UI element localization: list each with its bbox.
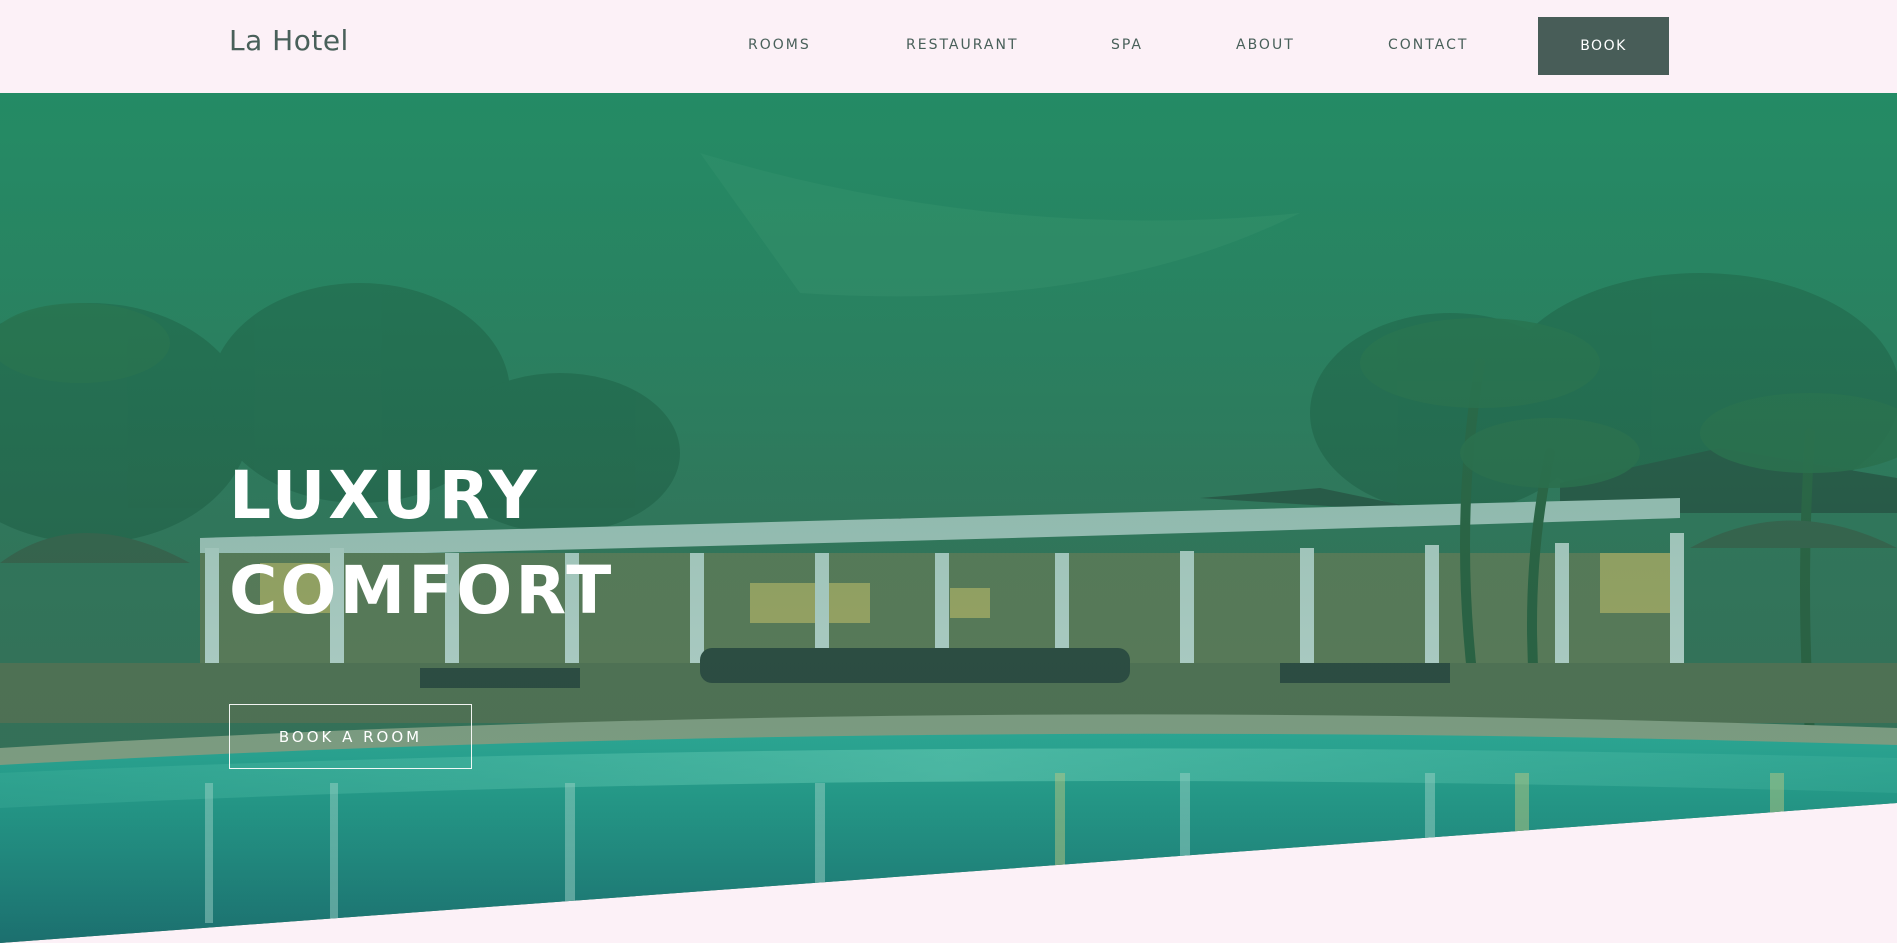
nav-item-spa[interactable]: SPA xyxy=(1111,37,1143,53)
nav-item-restaurant[interactable]: RESTAURANT xyxy=(906,37,1019,53)
book-button[interactable]: BOOK xyxy=(1538,17,1669,75)
nav-item-contact[interactable]: CONTACT xyxy=(1388,37,1468,53)
hero-title: LUXURY COMFORT xyxy=(229,448,614,638)
hero-title-line-1: LUXURY xyxy=(229,457,540,534)
hero-section: LUXURY COMFORT BOOK A ROOM xyxy=(0,93,1897,943)
book-a-room-button[interactable]: BOOK A ROOM xyxy=(229,704,472,769)
nav-item-about[interactable]: ABOUT xyxy=(1236,37,1295,53)
hero-title-line-2: COMFORT xyxy=(229,552,615,629)
site-header: La Hotel ROOMS RESTAURANT SPA ABOUT CONT… xyxy=(0,0,1897,93)
nav-item-rooms[interactable]: ROOMS xyxy=(748,37,811,53)
site-logo[interactable]: La Hotel xyxy=(229,24,349,57)
